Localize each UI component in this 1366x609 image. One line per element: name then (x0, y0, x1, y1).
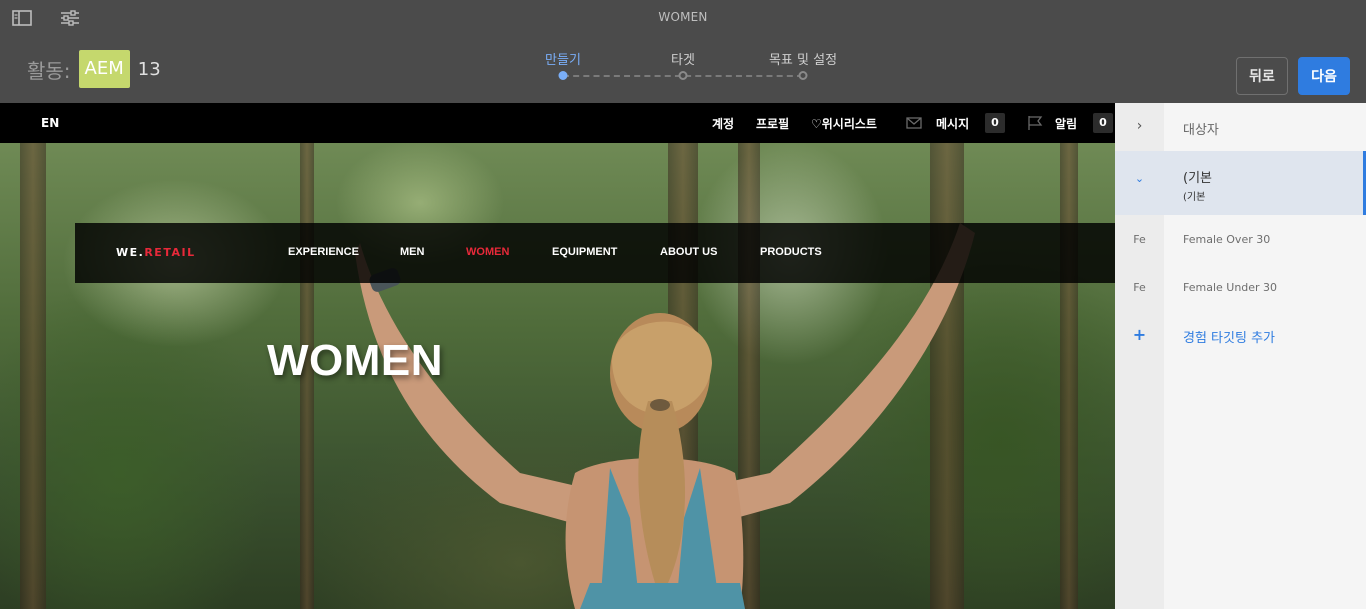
step-dot-goals (798, 71, 808, 80)
audience-item[interactable]: Fe Female Under 30 (1115, 265, 1366, 311)
nav-products[interactable]: PRODUCTS (760, 246, 822, 258)
chevron-down-icon[interactable]: ⌄ (1115, 172, 1164, 185)
hero-title: WOMEN (267, 336, 444, 385)
nav-women[interactable]: WOMEN (466, 246, 509, 258)
audience-default-item[interactable]: ⌄ (기본 (기본 (1115, 151, 1366, 215)
step-dot-target (678, 71, 688, 80)
add-experience-targeting-button[interactable]: + 경험 타깃팅 추가 (1115, 313, 1366, 357)
activity-count: 13 (137, 58, 161, 80)
audience-abbr: Fe (1133, 233, 1146, 246)
audience-header-label: 대상자 (1183, 123, 1219, 138)
default-audience-title: (기본 (1183, 171, 1212, 186)
back-button[interactable]: 뒤로 (1236, 57, 1288, 95)
default-audience-subtitle: (기본 (1183, 192, 1206, 203)
brand-prefix: WE. (116, 246, 145, 259)
page-preview: EN 계정 프로필 ♡위시리스트 메시지 0 알림 0 WE.RETAIL EX… (0, 103, 1115, 609)
nav-about-us[interactable]: ABOUT US (660, 246, 717, 258)
page-title: WOMEN (658, 10, 708, 24)
plus-icon: + (1132, 325, 1147, 344)
chevron-right-icon[interactable]: › (1115, 118, 1164, 134)
mail-icon (906, 115, 922, 131)
site-main-nav: WE.RETAIL EXPERIENCE MEN WOMEN EQUIPMENT… (75, 223, 1115, 283)
audience-label: Female Over 30 (1183, 233, 1271, 246)
step-dot-create (558, 71, 568, 80)
step-create[interactable]: 만들기 (545, 49, 581, 68)
hero-image: WE.RETAIL EXPERIENCE MEN WOMEN EQUIPMENT… (0, 143, 1115, 609)
flag-icon (1027, 115, 1043, 131)
alerts-count-badge: 0 (1093, 113, 1113, 133)
editor-toolbar: WOMEN 활동: AEM 13 만들기 타겟 목표 및 설정 뒤로 다음 (0, 0, 1366, 103)
activity-info: 활동: AEM 13 (27, 50, 161, 88)
next-button[interactable]: 다음 (1298, 57, 1350, 95)
messages-link[interactable]: 메시지 (936, 115, 969, 132)
alerts-link[interactable]: 알림 (1055, 115, 1077, 132)
messages-count-badge: 0 (985, 113, 1005, 133)
add-targeting-label: 경험 타깃팅 추가 (1183, 331, 1275, 346)
audience-header[interactable]: › 대상자 (1115, 103, 1366, 151)
wizard-steps: 만들기 타겟 목표 및 설정 (540, 49, 837, 89)
step-goals-settings[interactable]: 목표 및 설정 (769, 49, 837, 68)
step-target[interactable]: 타겟 (671, 49, 695, 68)
audience-panel: › 대상자 ⌄ (기본 (기본 Fe Female Over 30 Fe Fem… (1115, 103, 1366, 609)
site-top-nav: EN 계정 프로필 ♡위시리스트 메시지 0 알림 0 (0, 103, 1115, 143)
nav-equipment[interactable]: EQUIPMENT (552, 246, 617, 258)
wishlist-link[interactable]: ♡위시리스트 (811, 115, 877, 132)
nav-experience[interactable]: EXPERIENCE (288, 246, 359, 258)
brand-logo[interactable]: WE.RETAIL (116, 246, 196, 259)
audience-label: Female Under 30 (1183, 281, 1278, 294)
profile-link[interactable]: 프로필 (756, 115, 789, 132)
woman-figure (355, 223, 975, 609)
activity-label: 활동: (27, 58, 71, 83)
account-link[interactable]: 계정 (712, 115, 734, 132)
brand-accent: RETAIL (144, 246, 196, 259)
activity-brand-chip: AEM (78, 50, 130, 88)
audience-abbr: Fe (1133, 281, 1146, 294)
audience-item[interactable]: Fe Female Over 30 (1115, 217, 1366, 263)
nav-men[interactable]: MEN (400, 246, 424, 258)
language-selector[interactable]: EN (41, 116, 59, 130)
